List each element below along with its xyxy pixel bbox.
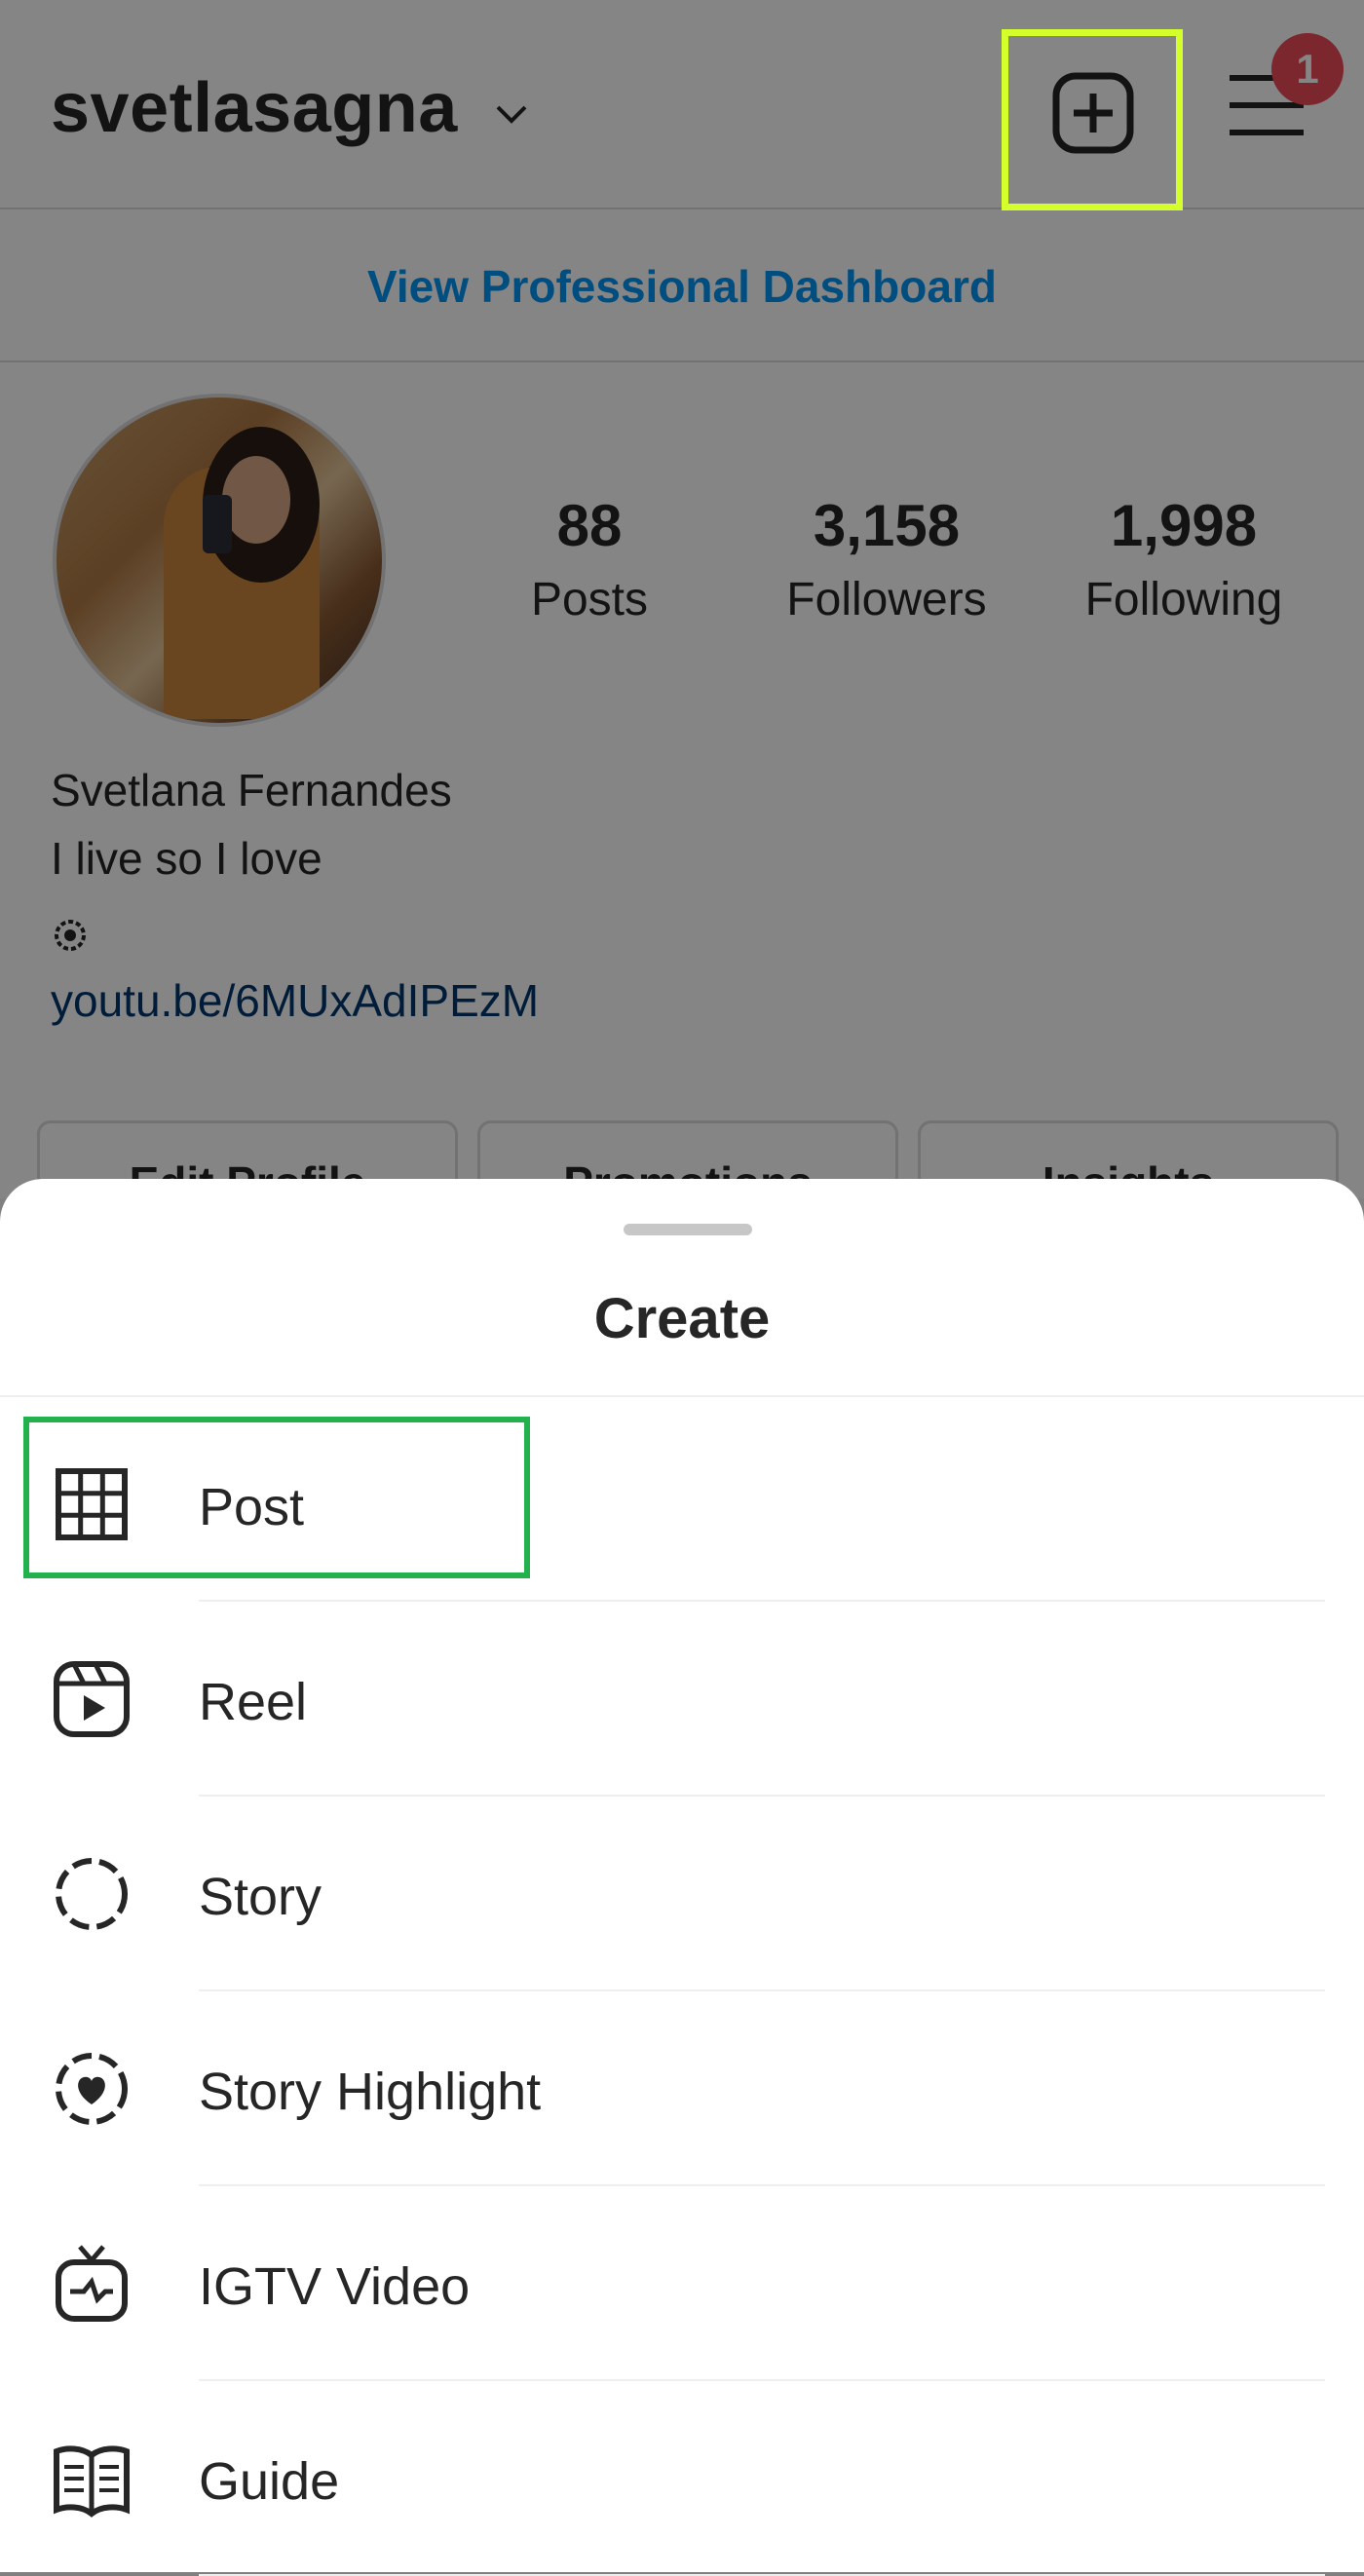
annotation-highlight-post (23, 1417, 530, 1578)
sheet-title: Create (593, 1287, 771, 1350)
igtv-icon (56, 2245, 128, 2322)
annotation-highlight-add (1002, 29, 1183, 210)
guide-icon (54, 2445, 130, 2518)
menu-item-label: Story Highlight (199, 2063, 542, 2121)
menu-item-igtv-video[interactable]: IGTV Video (0, 2186, 1364, 2381)
sheet-drag-handle[interactable] (624, 1224, 752, 1235)
menu-item-label: IGTV Video (199, 2257, 471, 2316)
menu-item-label: Reel (199, 1673, 308, 1731)
profile-screen: svetlasagna 1 View Professional Dashboar… (0, 0, 1364, 1228)
menu-item-story[interactable]: Story (0, 1797, 1364, 1991)
story-highlight-icon (56, 2053, 128, 2125)
story-icon (56, 1858, 128, 1930)
menu-item-label: Guide (199, 2452, 340, 2511)
menu-item-story-highlight[interactable]: Story Highlight (0, 1991, 1364, 2186)
menu-item-reel[interactable]: Reel (0, 1602, 1364, 1797)
menu-item-guide[interactable]: Guide (0, 2381, 1364, 2576)
divider (0, 1395, 1364, 1397)
menu-item-label: Story (199, 1868, 322, 1926)
reel-icon (54, 1661, 130, 1737)
create-bottom-sheet: Create Post Reel Story Story Highlight I… (0, 1179, 1364, 2576)
